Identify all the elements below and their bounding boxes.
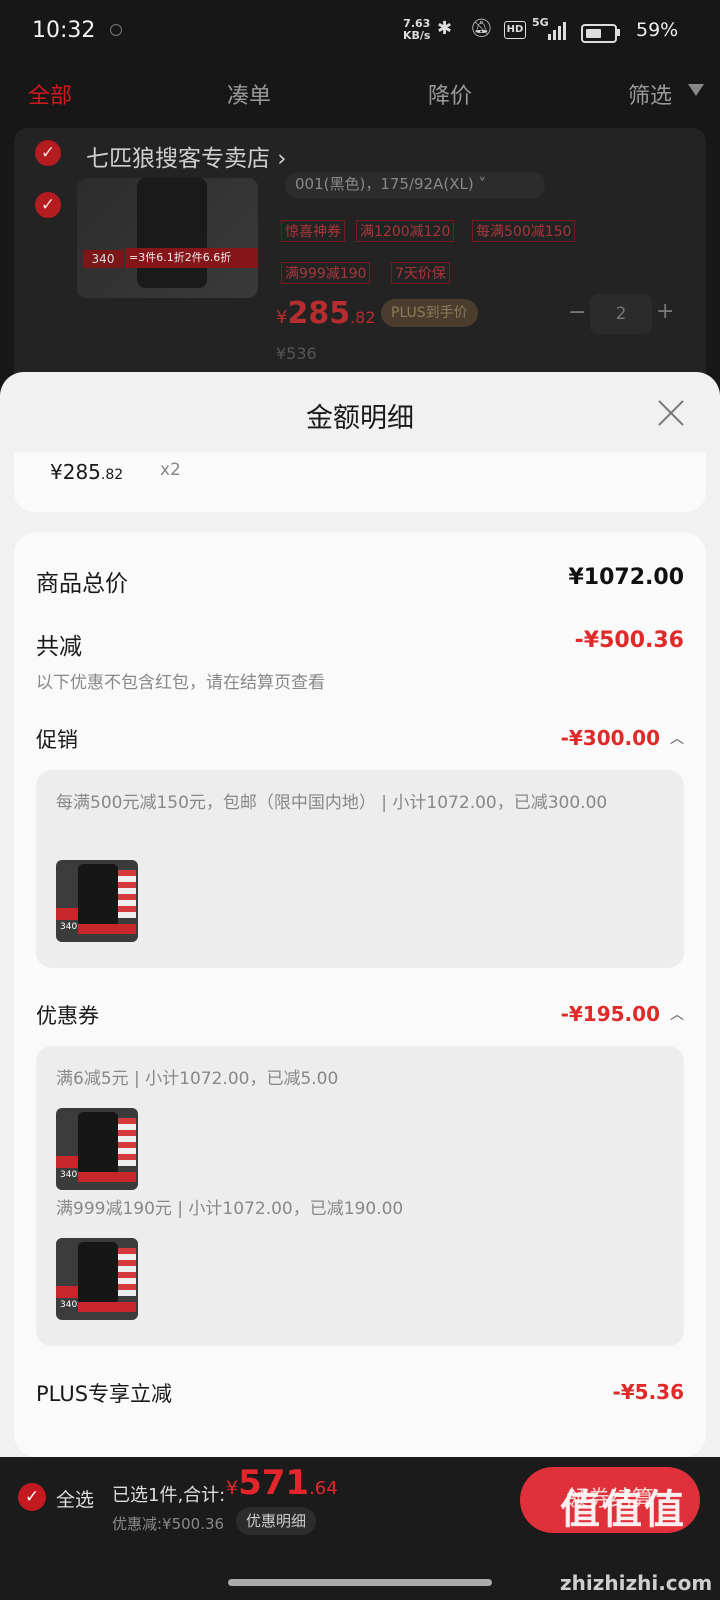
- product-thumbnail[interactable]: 340 =3件6.1折2件6.6折: [77, 178, 258, 298]
- total-discount-label: 共减: [36, 634, 82, 660]
- quantity-field[interactable]: 2: [590, 294, 652, 334]
- goods-total-label: 商品总价: [36, 571, 128, 597]
- battery-fill: [586, 29, 601, 38]
- promotion-detail-text: 每满500元减150元，包邮（限中国内地） | 小计1072.00，已减300.…: [56, 793, 608, 813]
- store-checkbox[interactable]: ✓: [35, 140, 61, 166]
- plus-discount-label: PLUS专享立减: [36, 1382, 173, 1406]
- tab-filter[interactable]: 筛选: [628, 78, 672, 110]
- item-checkbox[interactable]: ✓: [35, 192, 61, 218]
- coupon-label: 优惠券: [36, 1004, 99, 1028]
- promo-tag: 每满500减150: [472, 220, 576, 242]
- promo-tag: 满1200减120: [356, 220, 455, 242]
- coupon-item-text: 满6减5元 | 小计1072.00，已减5.00: [56, 1069, 339, 1089]
- sheet-title: 金额明细: [306, 403, 414, 434]
- promo-tag: 惊喜神券: [281, 220, 345, 242]
- discount-detail-button[interactable]: 优惠明细: [236, 1507, 317, 1535]
- promo-tag: 7天价保: [391, 262, 450, 284]
- battery-percent: 59%: [636, 19, 679, 41]
- amount-panel: 商品总价 ¥1072.00 共减 -¥500.36 以下优惠不包含红包，请在结算…: [14, 532, 706, 1457]
- thumb-banner: =3件6.1折2件6.6折: [125, 248, 258, 268]
- battery-icon: [581, 24, 617, 43]
- promotion-detail-box: 每满500元减150元，包邮（限中国内地） | 小计1072.00，已减300.…: [36, 770, 684, 968]
- increase-quantity-button[interactable]: +: [656, 299, 674, 324]
- goods-total-value: ¥1072.00: [568, 565, 684, 590]
- checkout-bar: ✓ 全选 已选1件,合计: ¥571.64 优惠减:¥500.36 优惠明细 领…: [0, 1457, 720, 1600]
- coupon-detail-box: 满6减5元 | 小计1072.00，已减5.00 340 满999减190元 |…: [36, 1046, 684, 1346]
- bluetooth-icon: ✱: [437, 18, 453, 39]
- promotion-amount: -¥300.00: [560, 726, 660, 750]
- total-discount-value: -¥500.36: [574, 628, 684, 653]
- promotion-label: 促销: [36, 728, 78, 752]
- close-icon[interactable]: [654, 396, 688, 430]
- select-all-label[interactable]: 全选: [56, 1485, 94, 1512]
- item-price: ¥285.82: [276, 296, 376, 331]
- unit-quantity: x2: [160, 460, 181, 480]
- thumb-price-tag: 340: [83, 250, 123, 268]
- plus-discount-amount: -¥5.36: [612, 1380, 684, 1404]
- coupon-amount: -¥195.00: [560, 1002, 660, 1026]
- unit-price: ¥285.82: [50, 460, 124, 484]
- jacket-image: [137, 178, 207, 288]
- status-bar: 10:32 7.63 KB/s ✱ 🔕︎ HD 5G 59%: [0, 0, 720, 64]
- unit-price-row: ¥285.82 x2: [14, 452, 706, 512]
- plus-price-badge: PLUS到手价: [381, 299, 478, 327]
- home-indicator[interactable]: [228, 1579, 492, 1586]
- promotion-collapse-icon[interactable]: ︿: [670, 728, 684, 748]
- tab-all[interactable]: 全部: [28, 78, 72, 110]
- watermark-url: zhizhizhi.com: [560, 1571, 713, 1595]
- selected-count: 已选1件,合计:: [112, 1485, 226, 1506]
- cart-tabs: 全部 凑单 降价 筛选: [0, 64, 720, 124]
- clock: 10:32: [32, 18, 96, 43]
- coupon-collapse-icon[interactable]: ︿: [670, 1004, 684, 1024]
- battery-tip: [617, 29, 620, 36]
- original-price: ¥536: [276, 344, 317, 363]
- product-thumbnail: 340: [56, 1238, 138, 1320]
- coupon-item-text: 满999减190元 | 小计1072.00，已减190.00: [56, 1199, 404, 1219]
- promo-tag: 满999减190: [281, 262, 371, 284]
- product-thumbnail: 340: [56, 1108, 138, 1190]
- saved-amount: 优惠减:¥500.36: [112, 1515, 225, 1533]
- notification-dot-icon: [110, 24, 122, 36]
- signal-icon: [548, 22, 566, 40]
- product-thumbnail: 340: [56, 860, 138, 942]
- filter-icon[interactable]: [688, 84, 704, 96]
- watermark-logo: 值值值: [560, 1487, 686, 1533]
- network-type: 5G: [532, 16, 549, 29]
- store-name[interactable]: 七匹狼搜客专卖店 ›: [86, 139, 287, 173]
- hd-icon: HD: [504, 21, 526, 39]
- tab-bundle[interactable]: 凑单: [227, 78, 271, 110]
- select-all-checkbox[interactable]: ✓: [18, 1483, 46, 1511]
- network-speed: 7.63 KB/s: [403, 17, 431, 42]
- discount-note: 以下优惠不包含红包，请在结算页查看: [36, 673, 325, 693]
- total-price: ¥571.64: [226, 1463, 338, 1503]
- tab-price-drop[interactable]: 降价: [428, 78, 472, 110]
- decrease-quantity-button[interactable]: −: [568, 300, 586, 325]
- sku-selector[interactable]: 001(黑色)，175/92A(XL) ˅: [285, 172, 545, 198]
- amount-detail-sheet: 金额明细 ¥285.82 x2 商品总价 ¥1072.00 共减 -¥500.3…: [0, 372, 720, 1457]
- mute-icon: 🔕︎: [470, 18, 493, 39]
